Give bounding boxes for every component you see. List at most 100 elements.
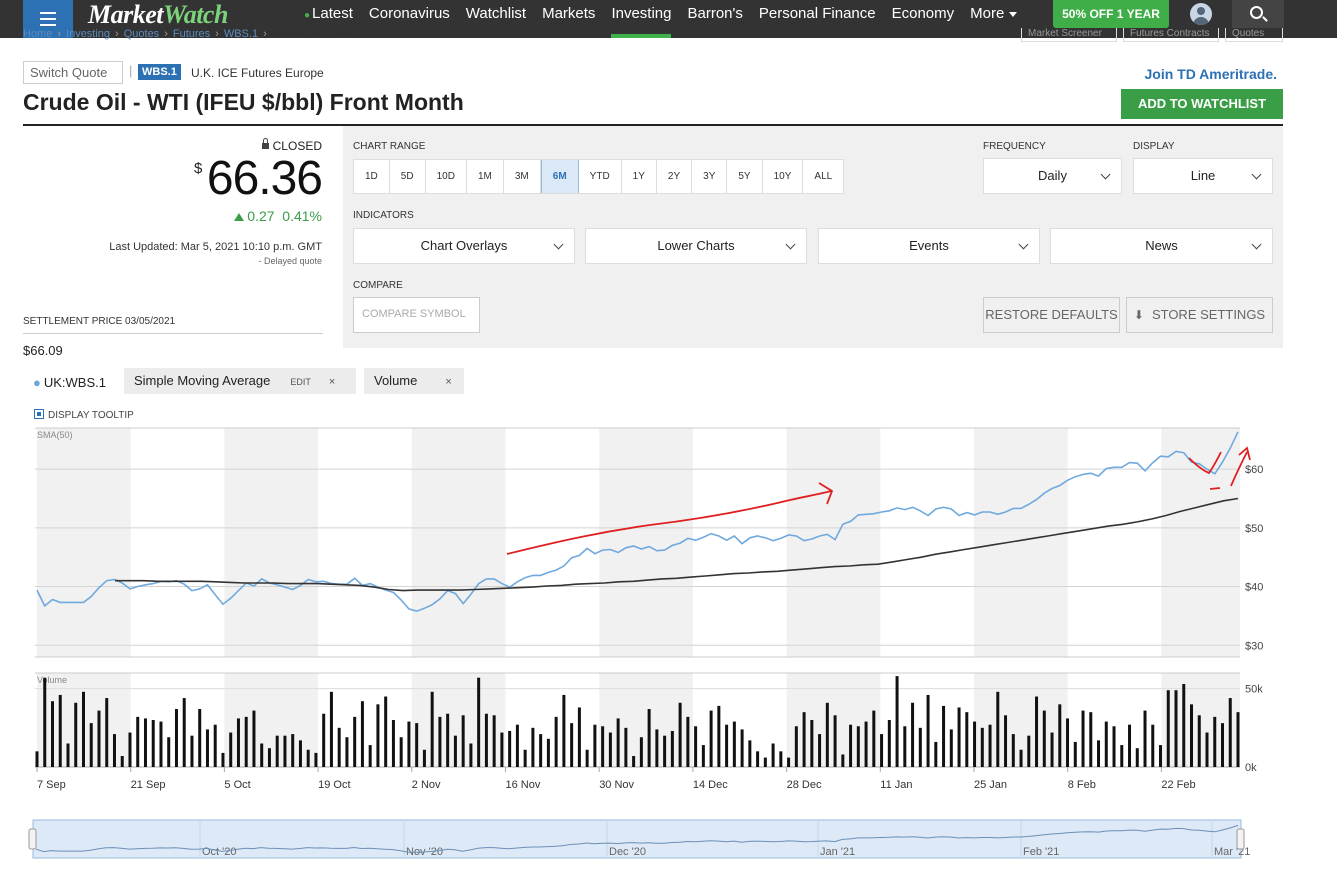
display-tooltip-toggle[interactable]: DISPLAY TOOLTIP: [34, 409, 134, 421]
sma-remove-button[interactable]: ×: [329, 376, 335, 388]
annotation-up-arrow: [1230, 451, 1248, 487]
range-button-1m[interactable]: 1M: [467, 160, 504, 193]
breadcrumb-item[interactable]: Home: [23, 28, 52, 40]
switch-quote-input[interactable]: Switch Quote: [23, 61, 123, 84]
range-button-1y[interactable]: 1Y: [622, 160, 657, 193]
volume-bar: [732, 721, 736, 767]
range-button-5d[interactable]: 5D: [390, 160, 426, 193]
range-button-1d[interactable]: 1D: [354, 160, 390, 193]
td-ameritrade-link[interactable]: Join TD Ameritrade.: [1144, 66, 1277, 82]
nav-link-watchlist[interactable]: Watchlist: [466, 0, 526, 38]
marketwatch-logo[interactable]: MarketWatch: [88, 0, 228, 30]
volume-bar: [554, 716, 558, 767]
volume-bar: [810, 720, 814, 767]
news-dropdown[interactable]: News: [1050, 228, 1273, 264]
breadcrumb-separator-icon: ›: [115, 28, 119, 40]
nav-link-personal-finance[interactable]: Personal Finance: [759, 0, 876, 38]
volume-bar: [415, 723, 419, 767]
nav-link-markets[interactable]: Markets: [542, 0, 595, 38]
range-button-6m[interactable]: 6M: [540, 160, 579, 193]
breadcrumb-item[interactable]: Quotes: [124, 28, 159, 40]
volume-band: [974, 673, 1068, 767]
volume-bar: [112, 734, 116, 767]
range-button-10d[interactable]: 10D: [426, 160, 467, 193]
navigator-right-handle: [1236, 828, 1245, 850]
range-button-3y[interactable]: 3Y: [692, 160, 728, 193]
compare-symbol-input[interactable]: COMPARE SYMBOL: [353, 297, 480, 333]
volume-bar: [639, 737, 643, 767]
user-avatar-icon[interactable]: [1190, 3, 1212, 25]
x-tick-label: 30 Nov: [599, 779, 634, 791]
volume-bar: [655, 729, 659, 767]
range-button-2y[interactable]: 2Y: [657, 160, 693, 193]
store-settings-button[interactable]: ⬇ STORE SETTINGS: [1126, 297, 1273, 333]
sma-edit-button[interactable]: EDIT: [290, 377, 311, 387]
breadcrumb-item[interactable]: WBS.1: [224, 28, 258, 40]
x-tick-label: 22 Feb: [1161, 779, 1195, 791]
navigator-left-handle: [28, 828, 37, 850]
volume-bar: [229, 732, 233, 767]
nav-link-label: Economy: [891, 5, 955, 22]
volume-remove-button[interactable]: ×: [445, 376, 451, 388]
volume-bar: [391, 720, 395, 767]
volume-bar: [477, 677, 481, 767]
volume-bar: [89, 723, 93, 767]
volume-band: [786, 673, 881, 767]
volume-chip-label: Volume: [374, 373, 418, 388]
quotes-link[interactable]: Quotes: [1225, 28, 1283, 42]
volume-bar: [608, 732, 612, 767]
volume-bar: [1182, 683, 1186, 767]
futures-contracts-link[interactable]: Futures Contracts: [1123, 28, 1219, 42]
range-button-all[interactable]: ALL: [803, 160, 843, 193]
range-button-3m[interactable]: 3M: [504, 160, 541, 193]
settlement-value: $66.09: [23, 343, 63, 358]
volume-bar: [1190, 704, 1194, 767]
events-dropdown[interactable]: Events: [818, 228, 1040, 264]
sma-chip-label: Simple Moving Average: [134, 373, 271, 388]
frequency-label: FREQUENCY: [983, 141, 1046, 152]
search-button[interactable]: [1232, 0, 1284, 28]
nav-link-label: Coronavirus: [368, 5, 450, 22]
nav-link-economy[interactable]: Economy: [892, 0, 955, 38]
display-dropdown[interactable]: Line: [1133, 158, 1273, 194]
market-screener-link[interactable]: Market Screener: [1021, 28, 1117, 42]
volume-bar: [35, 751, 39, 767]
frequency-dropdown[interactable]: Daily: [983, 158, 1122, 194]
range-button-5y[interactable]: 5Y: [727, 160, 763, 193]
volume-bar: [802, 712, 806, 767]
lower-charts-dropdown[interactable]: Lower Charts: [585, 228, 807, 264]
breadcrumb-item[interactable]: Investing: [66, 28, 110, 40]
range-button-10y[interactable]: 10Y: [763, 160, 804, 193]
y-tick-label: $30: [1245, 640, 1263, 652]
breadcrumb-item[interactable]: Futures: [173, 28, 210, 40]
chevron-down-icon: [785, 239, 796, 250]
add-to-watchlist-button[interactable]: ADD TO WATCHLIST: [1121, 89, 1283, 119]
breadcrumb-separator-icon: ›: [164, 28, 168, 40]
subscribe-promo-button[interactable]: 50% OFF 1 YEAR: [1053, 0, 1169, 28]
volume-bar: [353, 716, 357, 767]
nav-link-more[interactable]: More: [970, 0, 1018, 38]
volume-bar: [291, 734, 295, 767]
volume-bar: [1073, 741, 1077, 767]
volume-bar: [461, 715, 465, 767]
nav-link-barron-s[interactable]: Barron's: [687, 0, 742, 38]
volume-bar: [632, 756, 636, 767]
chart-range-buttons: 1D 5D 10D 1M 3M 6M YTD 1Y 2Y 3Y 5Y 10Y ALL: [353, 159, 845, 194]
frequency-value: Daily: [1038, 168, 1067, 183]
change-percent: 0.41%: [282, 208, 322, 224]
volume-bar: [833, 715, 837, 767]
volume-bar: [585, 749, 589, 767]
x-tick-label: 21 Sep: [131, 779, 166, 791]
volume-bar: [368, 745, 372, 767]
restore-defaults-button[interactable]: RESTORE DEFAULTS: [983, 297, 1120, 333]
nav-link-coronavirus[interactable]: Coronavirus: [369, 0, 450, 38]
chart-overlays-dropdown[interactable]: Chart Overlays: [353, 228, 575, 264]
page-title: Crude Oil - WTI (IFEU $/bbl) Front Month: [23, 89, 464, 115]
range-button-ytd[interactable]: YTD: [579, 160, 622, 193]
x-tick-label: 5 Oct: [224, 779, 250, 791]
nav-links: ● Latest Coronavirus Watchlist Markets Invest…: [304, 0, 1033, 38]
price-band: [599, 428, 693, 657]
volume-bar: [957, 707, 961, 767]
nav-link-investing[interactable]: Investing: [611, 0, 672, 38]
x-tick-label: 2 Nov: [412, 779, 441, 791]
